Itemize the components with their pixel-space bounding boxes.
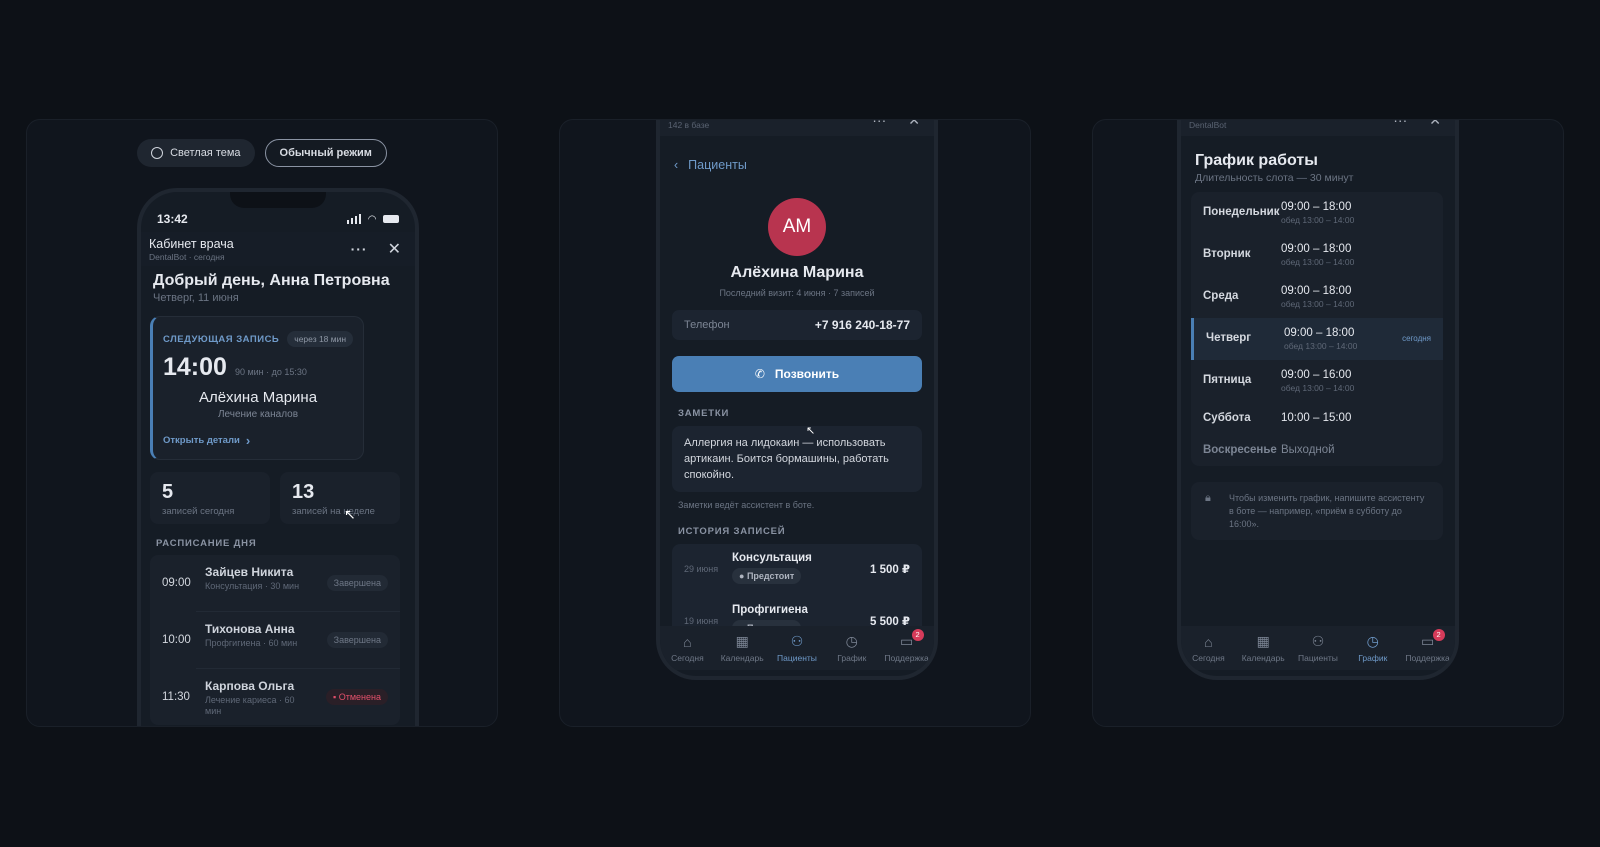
lock-icon: 🔒︎	[1205, 492, 1211, 504]
users-icon: ⚇	[1311, 633, 1325, 649]
tab-today[interactable]: ⌂ Сегодня	[1181, 634, 1235, 663]
users-icon: ⚇	[790, 633, 804, 649]
tab-patients[interactable]: ⚇ Пациенты	[770, 633, 824, 663]
time-until-badge: через 18 мин	[287, 331, 354, 347]
tab-schedule[interactable]: ◷ График	[825, 633, 879, 663]
preview-card-patient: 142 в базе ··· ✕ ‹ Пациенты АМ Алёхина М…	[559, 119, 1031, 727]
day-row[interactable]: Среда 09:00 – 18:00 обед 13:00 – 14:00	[1191, 276, 1443, 318]
preview-card-today: Светлая тема Обычный режим 13:42 ◠ Кабин…	[26, 119, 498, 727]
mouse-cursor-icon: ↖	[806, 425, 816, 437]
tab-bar: ⌂ Сегодня ▦ Календарь ⚇ Пациенты ◷ График ▭ П…	[660, 626, 934, 670]
last-visit: Последний визит: 4 июня · 7 записей	[719, 288, 875, 298]
week-schedule: Понедельник 09:00 – 18:00 обед 13:00 – 1…	[1191, 192, 1443, 466]
phone-frame: 142 в базе ··· ✕ ‹ Пациенты АМ Алёхина М…	[656, 120, 938, 680]
close-icon[interactable]: ✕	[908, 120, 920, 129]
back-to-patients[interactable]: ‹ Пациенты	[674, 158, 747, 172]
mouse-cursor-icon: ↖	[344, 506, 356, 522]
notes-hint: Заметки ведёт ассистент в боте.	[678, 500, 815, 510]
app-title: Кабинет врача	[149, 236, 234, 251]
history-title: ИСТОРИЯ ЗАПИСЕЙ	[678, 526, 786, 537]
stat-week: 13 записей на неделе	[280, 472, 400, 524]
phone-frame: 13:42 ◠ Кабинет врача DentalBot · сегодн…	[137, 188, 419, 726]
calendar-icon: ▦	[735, 633, 749, 649]
avatar: АМ	[768, 198, 826, 256]
schedule-row[interactable]: 11:30 Карпова Ольга Лечение кариеса · 60…	[150, 669, 400, 725]
tab-bar: ⌂ Сегодня ▦ Календарь ⚇ Пациенты ◷ График ▭ П…	[1181, 626, 1455, 670]
patient-name: Алёхина Марина	[198, 389, 318, 406]
normal-mode-button[interactable]: Обычный режим	[264, 139, 387, 167]
status-badge: ▪ Отменена	[326, 689, 388, 705]
sun-icon	[151, 147, 164, 159]
wifi-icon: ◠	[368, 213, 376, 225]
notes-title: ЗАМЕТКИ	[678, 408, 730, 419]
schedule-note: 🔒︎ Чтобы изменить график, напишите ассис…	[1191, 482, 1443, 540]
phone-row[interactable]: Телефон +7 916 240-18-77	[672, 310, 922, 340]
more-icon[interactable]: ···	[872, 120, 886, 129]
clock-icon: ◷	[845, 633, 858, 649]
phone-notch	[230, 192, 326, 208]
chevron-left-icon: ‹	[674, 158, 679, 172]
support-badge: 2	[911, 629, 924, 641]
today-badge: сегодня	[1402, 334, 1431, 343]
home-icon: ⌂	[1204, 633, 1213, 650]
more-icon[interactable]: ···	[1393, 120, 1407, 129]
notes-box: Аллергия на лидокаин — использовать арти…	[672, 426, 922, 492]
status-bar: 13:42 ◠	[157, 212, 399, 226]
service-name: Лечение каналов	[217, 409, 299, 420]
preview-card-schedule: DentalBot ··· ✕ График работы Длительнос…	[1092, 119, 1564, 727]
status-time: 13:42	[157, 212, 188, 226]
schedule-row[interactable]: 09:00 Зайцев Никита Консультация · 30 ми…	[150, 555, 400, 611]
day-row[interactable]: Воскресенье Выходной	[1191, 432, 1443, 466]
tab-calendar[interactable]: ▦ Календарь	[1236, 633, 1290, 663]
app-subtitle: DentalBot · сегодня	[149, 251, 225, 262]
tab-support[interactable]: ▭ Поддержка 2	[1401, 629, 1455, 663]
next-appointment-card[interactable]: СЛЕДУЮЩАЯ ЗАПИСЬ через 18 мин 14:00 90 м…	[150, 316, 364, 460]
day-row[interactable]: Понедельник 09:00 – 18:00 обед 13:00 – 1…	[1191, 192, 1443, 234]
tab-patients[interactable]: ⚇ Пациенты	[1291, 633, 1345, 663]
tab-today[interactable]: ⌂ Сегодня	[660, 634, 714, 663]
home-icon: ⌂	[683, 633, 692, 650]
current-date: Четверг, 11 июня	[153, 292, 239, 304]
chevron-right-icon: ›	[245, 433, 251, 448]
support-badge: 2	[1432, 629, 1445, 641]
page-title: График работы	[1195, 152, 1318, 169]
chat-icon: ▭	[1420, 633, 1435, 649]
calendar-icon: ▦	[1256, 633, 1270, 649]
phone-frame: DentalBot ··· ✕ График работы Длительнос…	[1177, 120, 1459, 680]
history-row[interactable]: 29 июня Консультация ● Предстоит 1 500 ₽	[672, 544, 922, 596]
close-icon[interactable]: ✕	[1429, 120, 1441, 129]
patient-name: Алёхина Марина	[730, 264, 864, 281]
chat-icon: ▭	[899, 633, 914, 649]
light-theme-button[interactable]: Светлая тема	[137, 139, 255, 167]
greeting: Добрый день, Анна Петровна	[153, 272, 390, 289]
status-badge: Завершена	[326, 575, 388, 591]
stat-today: 5 записей сегодня	[150, 472, 270, 524]
tab-calendar[interactable]: ▦ Календарь	[715, 633, 769, 663]
more-icon[interactable]: ···	[351, 241, 368, 257]
open-details-link[interactable]: Открыть детали ›	[163, 433, 250, 448]
close-icon[interactable]: ✕	[388, 239, 401, 259]
appointment-duration: 90 мин · до 15:30	[234, 367, 307, 377]
signal-icon	[346, 214, 362, 224]
clock-icon: ◷	[1366, 633, 1379, 649]
phone-icon: ✆	[754, 367, 765, 381]
app-header: 142 в базе ··· ✕	[660, 120, 934, 136]
status-badge: ● Предстоит	[732, 568, 802, 584]
battery-icon	[383, 215, 399, 223]
schedule-section-title: РАСПИСАНИЕ ДНЯ	[156, 538, 257, 549]
day-row[interactable]: Вторник 09:00 – 18:00 обед 13:00 – 14:00	[1191, 234, 1443, 276]
tab-schedule[interactable]: ◷ График	[1346, 633, 1400, 663]
appointment-time: 14:00	[163, 353, 227, 381]
tab-support[interactable]: ▭ Поддержка 2	[880, 629, 934, 663]
schedule-row[interactable]: 10:00 Тихонова Анна Профгигиена · 60 мин…	[150, 612, 400, 668]
app-header: DentalBot ··· ✕	[1181, 120, 1455, 136]
day-schedule-list: 09:00 Зайцев Никита Консультация · 30 ми…	[150, 555, 400, 725]
app-header: Кабинет врача DentalBot · сегодня ··· ✕	[141, 232, 415, 266]
day-row-today[interactable]: Четверг 09:00 – 18:00 обед 13:00 – 14:00…	[1191, 318, 1443, 360]
day-row[interactable]: Пятница 09:00 – 16:00 обед 13:00 – 14:00	[1191, 360, 1443, 402]
page-subtitle: Длительность слота — 30 минут	[1195, 172, 1354, 184]
status-badge: Завершена	[326, 632, 388, 648]
call-button[interactable]: ✆ Позвонить	[672, 356, 922, 392]
